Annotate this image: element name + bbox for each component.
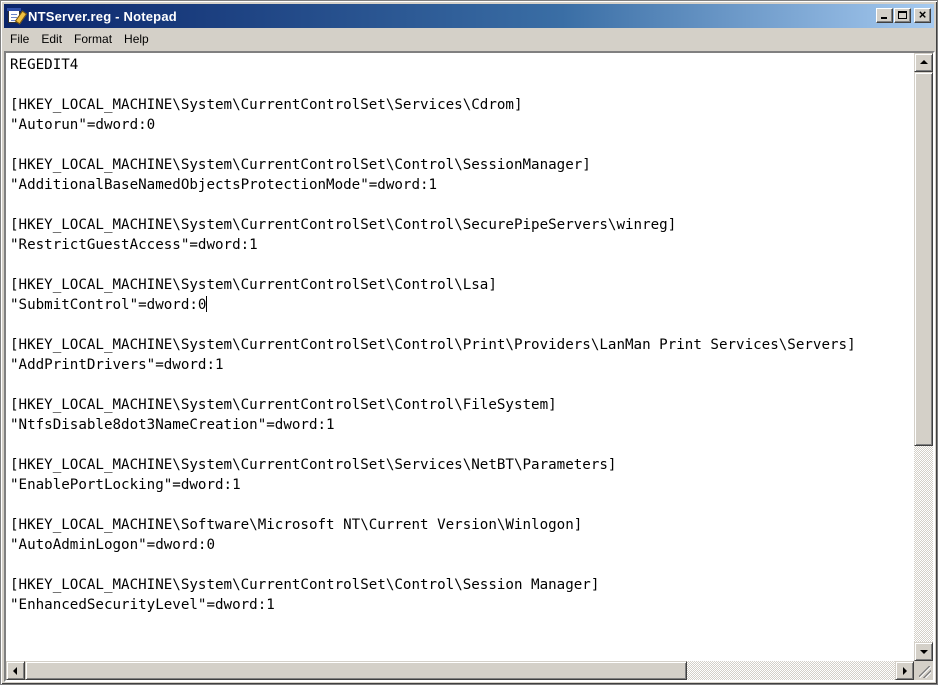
menu-edit[interactable]: Edit	[35, 30, 68, 48]
editor-line: "NtfsDisable8dot3NameCreation"=dword:1	[10, 417, 335, 433]
editor-line: [HKEY_LOCAL_MACHINE\System\CurrentContro…	[10, 97, 523, 113]
editor-line: [HKEY_LOCAL_MACHINE\System\CurrentContro…	[10, 277, 497, 293]
editor-line: [HKEY_LOCAL_MACHINE\System\CurrentContro…	[10, 217, 677, 233]
minimize-button[interactable]	[876, 8, 893, 23]
menu-format[interactable]: Format	[68, 30, 118, 48]
notepad-icon[interactable]	[7, 8, 28, 25]
minimize-icon	[881, 17, 887, 19]
editor-line: "Autorun"=dword:0	[10, 117, 156, 133]
editor-line: [HKEY_LOCAL_MACHINE\System\CurrentContro…	[10, 157, 591, 173]
editor-line: [HKEY_LOCAL_MACHINE\Software\Microsoft N…	[10, 517, 583, 533]
horizontal-scrollbar[interactable]	[6, 661, 914, 680]
text-editor[interactable]: REGEDIT4 [HKEY_LOCAL_MACHINE\System\Curre…	[6, 53, 914, 660]
editor-line: "AdditionalBaseNamedObjectsProtectionMod…	[10, 177, 438, 193]
window-controls: ×	[875, 7, 931, 23]
editor-line: "AddPrintDrivers"=dword:1	[10, 357, 224, 373]
arrow-right-icon	[903, 667, 907, 675]
vertical-scrollbar[interactable]	[914, 53, 933, 661]
resize-grip-icon[interactable]	[914, 661, 933, 680]
window-title: NTServer.reg - Notepad	[28, 8, 177, 24]
notepad-window: NTServer.reg - Notepad × File Edit Forma…	[0, 0, 938, 685]
title-bar[interactable]: NTServer.reg - Notepad ×	[4, 4, 934, 28]
editor-line: "SubmitControl"=dword:0	[10, 296, 208, 313]
editor-line: REGEDIT4	[10, 57, 79, 73]
editor-frame: REGEDIT4 [HKEY_LOCAL_MACHINE\System\Curre…	[4, 51, 935, 682]
editor-line: "EnhancedSecurityLevel"=dword:1	[10, 597, 275, 613]
vertical-scroll-thumb[interactable]	[914, 72, 933, 446]
horizontal-scroll-thumb[interactable]	[25, 661, 687, 680]
maximize-icon	[898, 11, 907, 19]
close-button[interactable]: ×	[914, 7, 931, 23]
editor-line: [HKEY_LOCAL_MACHINE\System\CurrentContro…	[10, 337, 856, 353]
editor-line: [HKEY_LOCAL_MACHINE\System\CurrentContro…	[10, 457, 617, 473]
scroll-left-button[interactable]	[6, 661, 25, 680]
editor-line: [HKEY_LOCAL_MACHINE\System\CurrentContro…	[10, 577, 600, 593]
editor-line: "EnablePortLocking"=dword:1	[10, 477, 241, 493]
editor-line: "RestrictGuestAccess"=dword:1	[10, 237, 258, 253]
maximize-button[interactable]	[894, 8, 911, 23]
close-icon: ×	[918, 7, 927, 22]
scroll-up-button[interactable]	[914, 53, 933, 72]
arrow-down-icon	[920, 650, 928, 654]
arrow-left-icon	[13, 667, 17, 675]
editor-line: "AutoAdminLogon"=dword:0	[10, 537, 215, 553]
menu-help[interactable]: Help	[118, 30, 155, 48]
menu-file[interactable]: File	[4, 30, 35, 48]
editor-line: [HKEY_LOCAL_MACHINE\System\CurrentContro…	[10, 397, 557, 413]
arrow-up-icon	[920, 60, 928, 64]
menu-bar: File Edit Format Help	[4, 29, 934, 49]
scroll-right-button[interactable]	[895, 661, 914, 680]
text-caret	[206, 296, 208, 312]
scroll-down-button[interactable]	[914, 642, 933, 661]
